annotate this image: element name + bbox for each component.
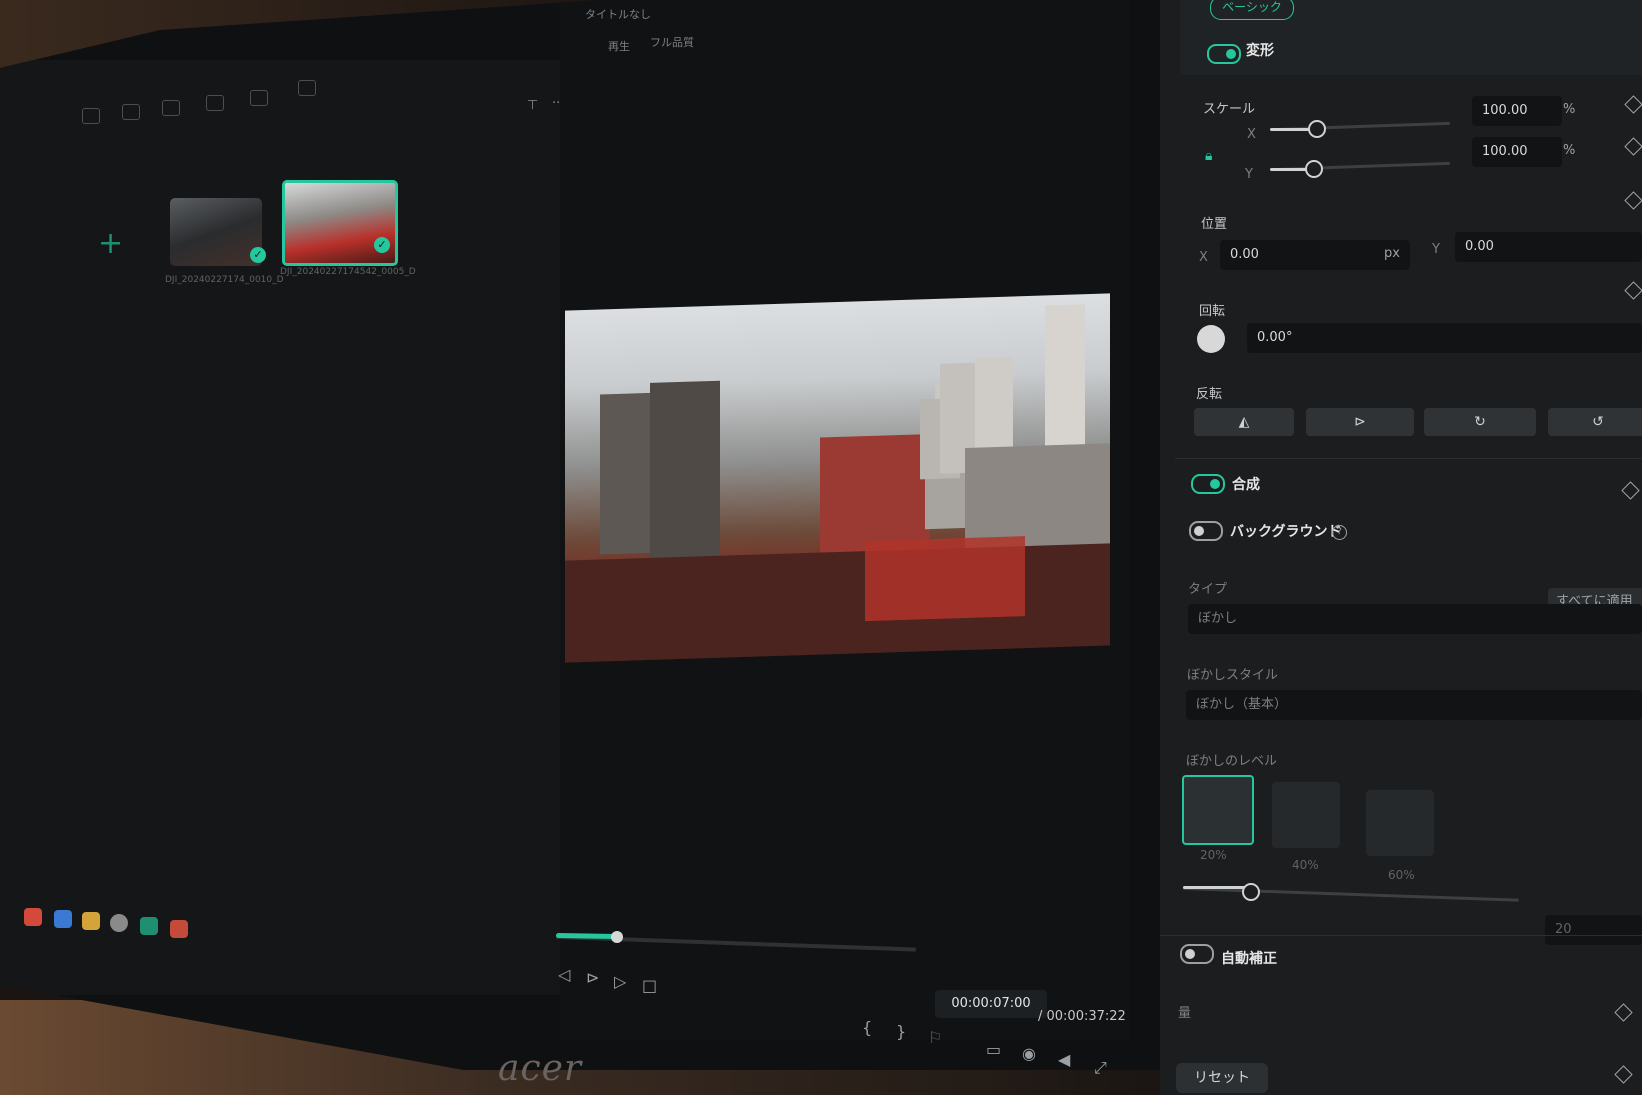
playback-progress-fill bbox=[555, 933, 619, 940]
play-icon[interactable]: ▷ bbox=[614, 972, 626, 991]
background-toggle[interactable] bbox=[1189, 521, 1223, 541]
auto-enhance-amount-label: 量 bbox=[1178, 1006, 1192, 1021]
blur-level-input[interactable]: 20 bbox=[1545, 915, 1642, 945]
position-label: 位置 bbox=[1201, 217, 1228, 232]
play-reverse-icon[interactable]: ⊳ bbox=[586, 968, 599, 987]
transform-toggle[interactable] bbox=[1207, 44, 1241, 64]
snapshot-icon[interactable]: ◉ bbox=[1022, 1044, 1036, 1063]
scale-x-unit: % bbox=[1563, 102, 1576, 117]
background-type-select[interactable]: ぼかし bbox=[1188, 604, 1642, 634]
tab-basic[interactable]: ベーシック bbox=[1210, 0, 1294, 20]
scale-x-slider-handle[interactable] bbox=[1308, 120, 1326, 138]
auto-enhance-section-title: 自動補正 bbox=[1221, 951, 1277, 967]
flip-vertical-button[interactable]: ⊳ bbox=[1306, 408, 1414, 436]
blur-style-label: ぼかしスタイル bbox=[1187, 668, 1279, 683]
section-divider bbox=[1160, 935, 1642, 936]
rotate-counterclockwise-button[interactable]: ↺ bbox=[1548, 408, 1642, 436]
scale-y-unit: % bbox=[1563, 143, 1576, 158]
scale-label: スケール bbox=[1203, 102, 1256, 117]
titles-tab-icon[interactable] bbox=[122, 104, 140, 120]
filter-icon[interactable]: ⊤ bbox=[527, 98, 538, 113]
blur-level-60-option[interactable] bbox=[1366, 790, 1434, 856]
stop-icon[interactable]: □ bbox=[642, 976, 657, 995]
filmora-taskbar-icon[interactable] bbox=[140, 917, 158, 935]
clip-added-check-icon: ✓ bbox=[250, 247, 266, 263]
scale-x-label: X bbox=[1247, 127, 1256, 142]
folder-taskbar-icon[interactable] bbox=[82, 912, 100, 930]
display-icon[interactable]: ▭ bbox=[986, 1040, 1001, 1059]
clip-added-check-icon: ✓ bbox=[374, 237, 390, 253]
flip-label: 反転 bbox=[1196, 387, 1223, 402]
rotation-input[interactable]: 0.00° bbox=[1247, 323, 1642, 353]
import-media-icon[interactable]: + bbox=[98, 226, 123, 261]
lock-ratio-icon[interactable]: 🔒︎ bbox=[1205, 148, 1212, 164]
rotate-clockwise-button[interactable]: ↻ bbox=[1424, 408, 1536, 436]
fullscreen-icon[interactable]: ⤢ bbox=[1094, 1058, 1107, 1078]
compositing-toggle[interactable] bbox=[1191, 474, 1225, 494]
reset-button[interactable]: リセット bbox=[1176, 1063, 1268, 1093]
stickers-tab-icon[interactable] bbox=[250, 90, 268, 106]
blur-level-slider-handle[interactable] bbox=[1242, 883, 1260, 901]
position-x-label: X bbox=[1199, 250, 1208, 265]
blur-level-20-label: 20% bbox=[1200, 848, 1227, 862]
blur-style-select[interactable]: ぼかし（基本） bbox=[1186, 690, 1642, 720]
mark-in-icon[interactable]: { bbox=[862, 1018, 872, 1037]
edge-taskbar-icon[interactable] bbox=[54, 910, 72, 928]
templates-tab-icon[interactable] bbox=[298, 80, 316, 96]
audio-tab-icon[interactable] bbox=[82, 108, 100, 124]
transitions-tab-icon[interactable] bbox=[162, 100, 180, 116]
background-section-title: バックグラウンド bbox=[1230, 524, 1342, 540]
window-title: タイトルなし bbox=[585, 8, 651, 21]
position-x-input[interactable]: 0.00 bbox=[1220, 240, 1410, 270]
effects-tab-icon[interactable] bbox=[206, 95, 224, 111]
blur-level-40-label: 40% bbox=[1292, 858, 1319, 872]
blur-level-20-option[interactable] bbox=[1182, 775, 1254, 845]
media-clip-label-1: DJI_20240227174_0010_D bbox=[165, 275, 284, 285]
monitor-screen: ⊤ ··· + ✓ DJI_20240227174_0010_D ✓ DJI_2… bbox=[0, 0, 1642, 1095]
compositing-section-title: 合成 bbox=[1232, 477, 1260, 493]
position-y-input[interactable]: 0.00 bbox=[1455, 232, 1642, 262]
rotation-dial[interactable] bbox=[1197, 325, 1225, 353]
blur-level-label: ぼかしのレベル bbox=[1186, 754, 1278, 769]
volume-icon[interactable]: ◀ bbox=[1058, 1050, 1070, 1069]
blur-level-slider-fill bbox=[1183, 886, 1248, 889]
preview-tab-playback[interactable]: 再生 bbox=[608, 38, 630, 54]
blur-level-60-label: 60% bbox=[1388, 868, 1415, 882]
position-y-label: Y bbox=[1432, 242, 1440, 257]
monitor-brand-logo: acer bbox=[498, 1048, 583, 1089]
blur-level-40-option[interactable] bbox=[1272, 782, 1340, 848]
mark-out-icon[interactable]: } bbox=[896, 1022, 906, 1041]
position-x-unit: px bbox=[1384, 246, 1400, 261]
scale-y-input[interactable]: 100.00 bbox=[1472, 137, 1562, 167]
rotation-label: 回転 bbox=[1199, 304, 1226, 319]
auto-enhance-toggle[interactable] bbox=[1180, 944, 1214, 964]
preview-tab-full-quality[interactable]: フル品質 bbox=[650, 34, 694, 50]
help-icon[interactable]: ? bbox=[1332, 525, 1347, 540]
media-clip-label-2: DJI_20240227174542_0005_D bbox=[280, 267, 416, 277]
flip-horizontal-button[interactable]: ◭ bbox=[1194, 408, 1294, 436]
marker-icon[interactable]: ⚐ bbox=[928, 1028, 942, 1047]
background-type-label: タイプ bbox=[1188, 582, 1228, 597]
app-taskbar-icon[interactable] bbox=[110, 914, 128, 932]
media-clip-thumbnail-1[interactable] bbox=[170, 198, 262, 266]
current-timecode: 00:00:07:00 bbox=[935, 990, 1047, 1018]
video-preview-frame[interactable] bbox=[565, 293, 1110, 663]
scale-y-label: Y bbox=[1245, 167, 1253, 182]
previous-frame-icon[interactable]: ◁ bbox=[558, 965, 570, 984]
section-divider bbox=[1175, 458, 1642, 459]
editor-taskbar-icon[interactable] bbox=[170, 920, 188, 938]
scale-y-slider-handle[interactable] bbox=[1305, 160, 1323, 178]
media-clip-thumbnail-2-selected[interactable] bbox=[282, 180, 398, 266]
total-duration: / 00:00:37:22 bbox=[1038, 1009, 1126, 1024]
transform-section-title: 変形 bbox=[1246, 43, 1274, 59]
playhead-handle[interactable] bbox=[611, 931, 623, 943]
browser-taskbar-icon[interactable] bbox=[24, 908, 42, 926]
scale-x-input[interactable]: 100.00 bbox=[1472, 96, 1562, 126]
